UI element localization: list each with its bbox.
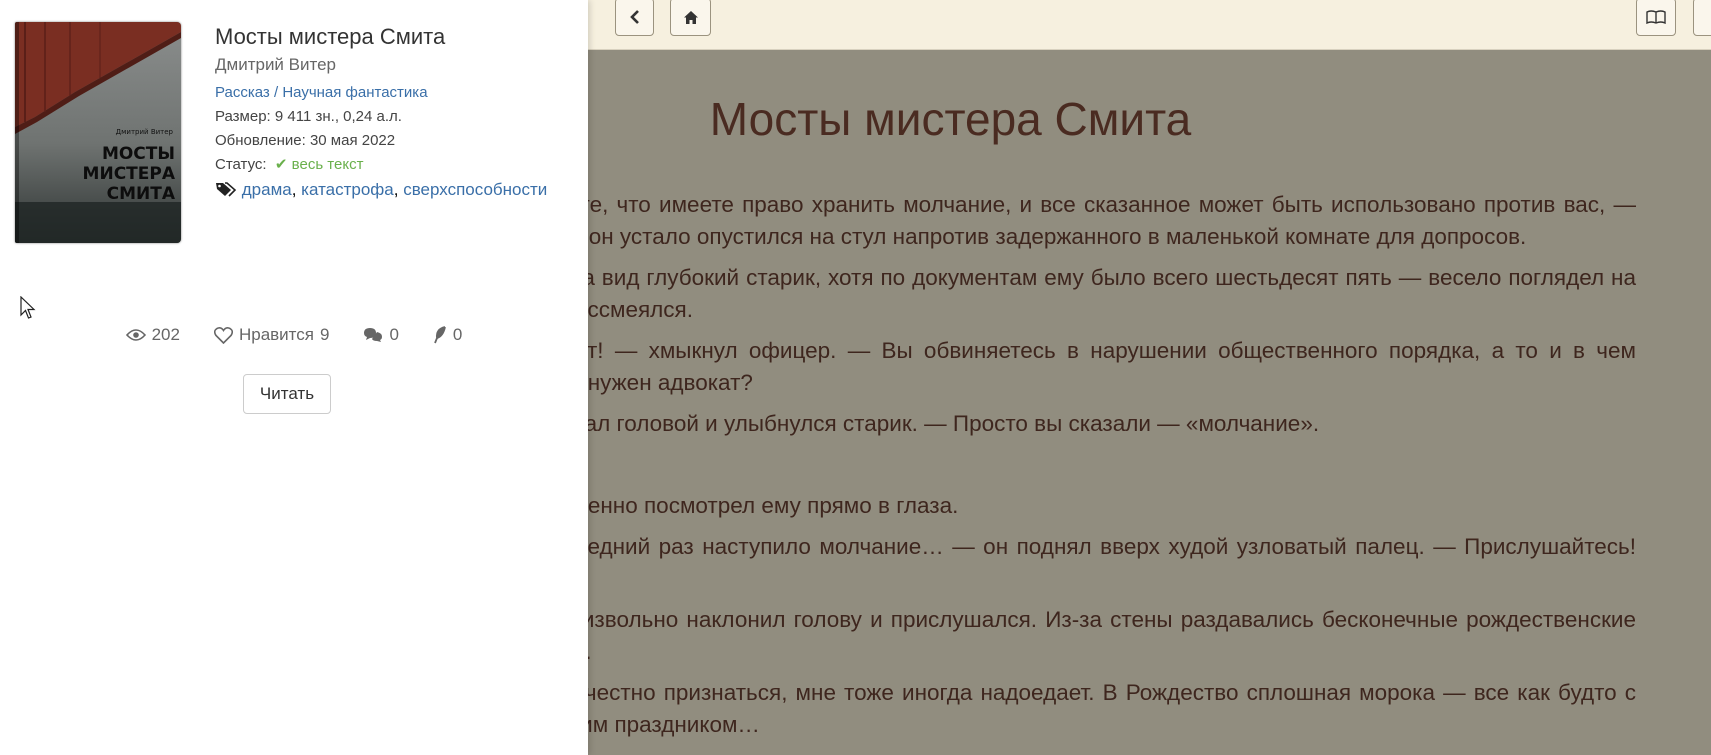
- reader-text: — Вы понимаете, что имеете право хранить…: [420, 189, 1636, 750]
- paragraph: — Нет, — покачал головой и улыбнулся ста…: [420, 411, 1320, 436]
- book-icon: [1646, 10, 1666, 24]
- book-title[interactable]: Мосты мистера Смита: [215, 24, 575, 50]
- comments-stat[interactable]: 0: [363, 325, 399, 345]
- book-info-card: Дмитрий Витер МОСТЫ МИСТЕРА СМИТА Мосты …: [0, 0, 588, 755]
- views-count: 202: [151, 325, 180, 344]
- size-value: 9 411 зн., 0,24 а.л.: [274, 108, 402, 125]
- read-button[interactable]: Читать: [243, 374, 331, 414]
- paragraph: Сержант непроизвольно наклонил голову и …: [420, 607, 1636, 664]
- paragraph: — Да уж, если честно признаться, мне тож…: [420, 680, 1636, 737]
- fullscreen-button[interactable]: [1693, 0, 1711, 36]
- paragraph: Робинсон удивленно посмотрел ему прямо в…: [420, 493, 959, 518]
- feather-icon: [434, 326, 446, 344]
- back-button[interactable]: [615, 0, 654, 36]
- book-author[interactable]: Дмитрий Витер: [215, 55, 575, 75]
- paragraph: — Мистер Смит! — хмыкнул офицер. — Вы об…: [420, 338, 1636, 395]
- status-label: Статус:: [215, 156, 267, 173]
- likes-label: Нравится: [238, 325, 314, 344]
- updated-label: Обновление:: [215, 132, 306, 149]
- cover-spine: [15, 22, 19, 243]
- status-line: Статус: ✔ весь текст: [215, 153, 575, 177]
- genre-type-link[interactable]: Рассказ: [215, 84, 270, 101]
- tag-link[interactable]: драма: [242, 180, 292, 199]
- size-line: Размер: 9 411 зн., 0,24 а.л.: [215, 105, 575, 129]
- size-label: Размер:: [215, 108, 271, 125]
- chevron-left-icon: [629, 10, 639, 24]
- book-cover[interactable]: Дмитрий Витер МОСТЫ МИСТЕРА СМИТА: [15, 22, 181, 243]
- heart-icon: [213, 326, 233, 344]
- updated-value: 30 мая 2022: [309, 132, 396, 149]
- rewards-count: 0: [452, 325, 463, 344]
- paragraph: — Вы понимаете, что имеете право хранить…: [420, 192, 1636, 249]
- book-meta: Мосты мистера Смита Дмитрий Витер Расска…: [215, 24, 575, 203]
- cursor-icon: [20, 296, 36, 319]
- status-value: весь текст: [291, 156, 364, 173]
- home-button[interactable]: [670, 0, 711, 36]
- tag-link[interactable]: сверхспособности: [403, 180, 547, 199]
- tag-link[interactable]: катастрофа: [301, 180, 394, 199]
- book-stats: 202 Нравится 9 0 0: [0, 325, 588, 345]
- tags-icon: [216, 182, 237, 197]
- cover-title-line: СМИТА: [106, 184, 175, 204]
- paragraph: Мистер Смит, на вид глубокий старик, хот…: [420, 265, 1636, 322]
- views-stat: 202: [125, 325, 180, 345]
- likes-stat[interactable]: Нравится 9: [213, 325, 330, 345]
- cover-title-line: МИСТЕРА: [82, 164, 175, 184]
- tags-list: драма, катастрофа, сверхспособности: [215, 177, 575, 203]
- comments-icon: [364, 328, 383, 342]
- paragraph: — Когда в последний раз наступило молчан…: [420, 534, 1636, 591]
- home-icon: [683, 10, 698, 24]
- cover-author: Дмитрий Витер: [115, 128, 173, 136]
- check-icon: ✔: [270, 156, 292, 173]
- eye-icon: [125, 329, 146, 341]
- rewards-stat[interactable]: 0: [433, 325, 462, 345]
- book-mode-button[interactable]: [1636, 0, 1676, 36]
- genre-link[interactable]: Научная фантастика: [282, 84, 427, 101]
- updated-line: Обновление: 30 мая 2022: [215, 129, 575, 153]
- comments-count: 0: [389, 325, 399, 344]
- genre-separator: /: [269, 84, 283, 101]
- cover-title: МОСТЫ МИСТЕРА СМИТА: [65, 144, 175, 204]
- cover-title-line: МОСТЫ: [101, 144, 175, 164]
- genre-line: Рассказ / Научная фантастика: [215, 81, 575, 105]
- likes-count: 9: [319, 325, 330, 344]
